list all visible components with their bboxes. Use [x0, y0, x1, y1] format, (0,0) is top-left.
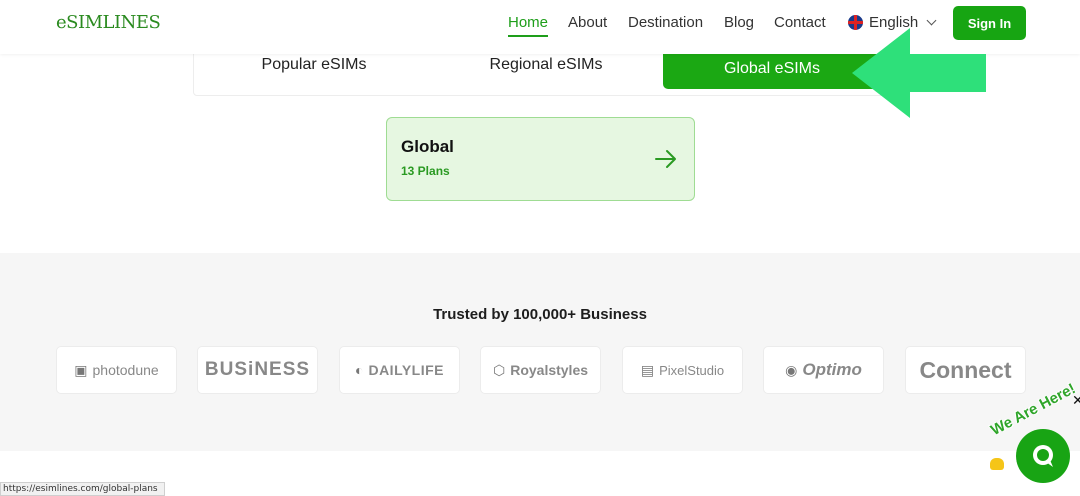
chat-bubble-icon [1033, 445, 1053, 467]
optimo-icon: ◉ [785, 361, 798, 378]
brand-logo: ◐ DAILYLIFE [339, 346, 460, 394]
chat-widget[interactable]: We Are Here! [986, 380, 1080, 496]
arrow-right-icon [655, 150, 676, 168]
pixelstudio-icon: ▤ [640, 361, 655, 378]
nav-about[interactable]: About [568, 14, 607, 31]
trusted-title: Trusted by 100,000+ Business [433, 306, 647, 323]
chat-button[interactable] [1016, 429, 1070, 483]
waving-hand-icon [990, 458, 1004, 470]
nav-home[interactable]: Home [508, 14, 549, 37]
royalstyles-icon: ⬡ [492, 361, 506, 378]
region-card-title: Global [401, 137, 454, 156]
brand-logo: BUSiNESS [197, 346, 318, 394]
tab-global-esims[interactable]: Global eSIMs [663, 49, 881, 89]
brand-logo: ▤ PixelStudio [622, 346, 743, 394]
pointer-arrow-icon [852, 28, 986, 118]
brand-logo: ⬡ Royalstyles [480, 346, 601, 394]
brand-logo: Connect [905, 346, 1026, 394]
status-bar-url: https://esimlines.com/global-plans [0, 482, 165, 496]
nav-destination[interactable]: Destination [628, 14, 703, 31]
logo[interactable]: eSIMLINES [56, 12, 161, 33]
nav-blog[interactable]: Blog [724, 14, 754, 31]
region-card-global[interactable]: Global 13 Plans [386, 117, 695, 201]
brand-logo: ▣ photodune [56, 346, 177, 394]
trusted-section: Trusted by 100,000+ Business ▣ photodune… [0, 253, 1080, 451]
brand-logo: ◉ Optimo [763, 346, 884, 394]
region-card-plans: 13 Plans [401, 164, 450, 178]
chevron-down-icon [926, 15, 937, 26]
dailylife-icon: ◐ [354, 362, 364, 378]
nav-contact[interactable]: Contact [774, 14, 826, 31]
photodune-icon: ▣ [74, 361, 88, 378]
